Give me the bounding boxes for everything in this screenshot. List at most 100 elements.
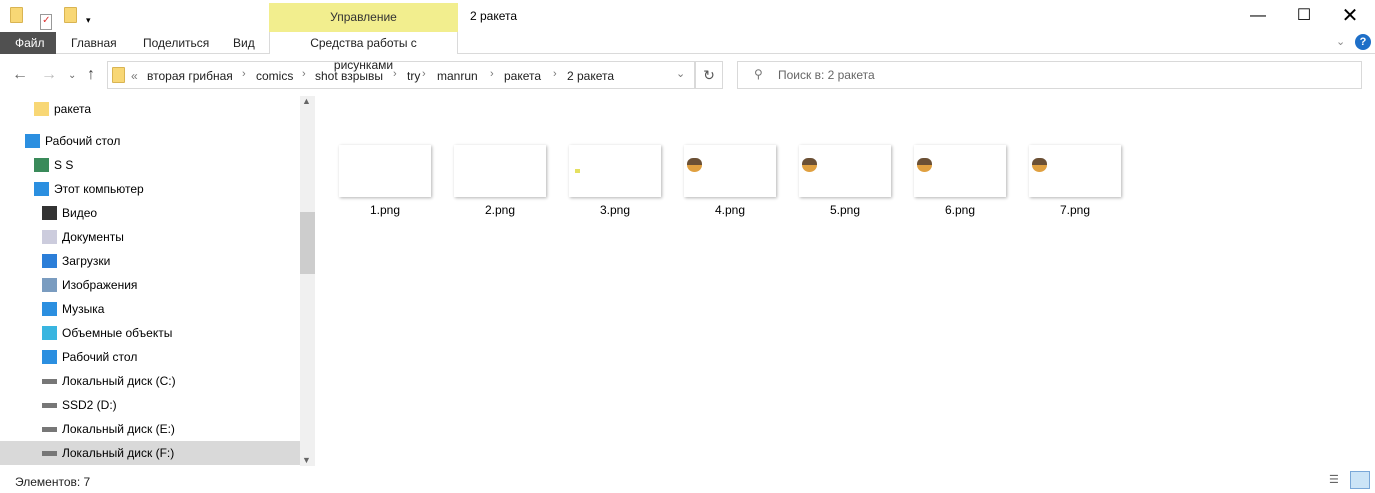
nav-item[interactable]: Объемные объекты [0, 321, 300, 345]
folder-icon[interactable] [10, 7, 23, 23]
expand-ribbon-icon[interactable]: ⌄ [1336, 35, 1345, 48]
file-name[interactable]: 2.png [454, 203, 546, 217]
crumb[interactable]: try [407, 69, 420, 83]
up-button[interactable]: ↑ [87, 66, 95, 84]
crumb[interactable]: ракета [504, 69, 541, 83]
image-preview [687, 158, 702, 172]
nav-item[interactable]: Этот компьютер [0, 177, 300, 201]
file-name[interactable]: 4.png [684, 203, 776, 217]
chevron-right-icon[interactable]: › [302, 68, 306, 80]
tab-picture-tools[interactable]: Средства работы с рисунками [269, 32, 458, 72]
folder-icon [112, 67, 125, 83]
refresh-button[interactable]: ↻ [695, 61, 723, 89]
chevron-right-icon[interactable]: › [242, 68, 246, 80]
desktop-icon [42, 350, 57, 364]
nav-item[interactable]: Рабочий стол [0, 345, 300, 369]
video-icon [42, 206, 57, 220]
nav-item[interactable]: Рабочий стол [0, 129, 300, 153]
customize-dropdown-icon[interactable]: ▾ [86, 15, 91, 25]
nav-item[interactable]: Музыка [0, 297, 300, 321]
scroll-up-icon[interactable]: ▲ [302, 96, 311, 106]
file-thumbnail[interactable] [569, 145, 661, 197]
chevron-right-icon[interactable]: › [553, 68, 557, 80]
file-thumbnail[interactable] [1029, 145, 1121, 197]
forward-button[interactable]: → [41, 66, 57, 84]
search-input[interactable]: ⚲ Поиск в: 2 ракета [737, 61, 1362, 89]
chevron-right-icon[interactable]: › [422, 68, 426, 80]
nav-item-label: Музыка [62, 302, 105, 316]
nav-item[interactable]: Видео [0, 201, 300, 225]
crumb[interactable]: 2 ракета [567, 69, 614, 83]
nav-item-label: Этот компьютер [54, 182, 144, 196]
address-bar[interactable]: « вторая грибная › comics › shot взрывы … [107, 61, 695, 89]
file-name[interactable]: 5.png [799, 203, 891, 217]
nav-scrollbar[interactable] [300, 96, 315, 466]
file-name[interactable]: 6.png [914, 203, 1006, 217]
tab-view[interactable]: Вид [221, 32, 267, 54]
large-icons-view-button[interactable] [1350, 471, 1370, 489]
nav-item-label: Объемные объекты [62, 326, 173, 340]
nav-item[interactable]: ракета [0, 97, 300, 121]
3d-objects-icon [42, 326, 57, 340]
maximize-button[interactable]: ☐ [1281, 0, 1327, 32]
nav-item[interactable]: Локальный диск (E:) [0, 417, 300, 441]
nav-item-label: Локальный диск (F:) [62, 446, 175, 460]
crumb[interactable]: comics [256, 69, 293, 83]
nav-item[interactable]: Изображения [0, 273, 300, 297]
chevron-right-icon[interactable]: › [490, 68, 494, 80]
crumb[interactable]: вторая грибная [147, 69, 233, 83]
context-tab-manage[interactable]: Управление [269, 3, 458, 32]
scroll-down-icon[interactable]: ▼ [302, 455, 311, 465]
nav-item-label: Документы [62, 230, 124, 244]
nav-item[interactable]: Локальный диск (C:) [0, 369, 300, 393]
documents-icon [42, 230, 57, 244]
address-dropdown-icon[interactable]: ⌄ [676, 67, 685, 80]
new-folder-icon[interactable] [63, 7, 77, 23]
properties-icon[interactable]: ✓ [40, 14, 53, 30]
overflow-crumbs[interactable]: « [131, 69, 138, 83]
file-thumbnail[interactable] [914, 145, 1006, 197]
file-thumbnail[interactable] [339, 145, 431, 197]
file-name[interactable]: 7.png [1029, 203, 1121, 217]
pictures-icon [42, 278, 57, 292]
music-icon [42, 302, 57, 316]
quick-access-toolbar: ✓ ▾ [10, 7, 91, 30]
image-preview [575, 169, 580, 173]
file-thumbnail[interactable] [684, 145, 776, 197]
nav-item[interactable]: SSD2 (D:) [0, 393, 300, 417]
crumb[interactable]: manrun [437, 69, 478, 83]
help-icon[interactable]: ? [1355, 34, 1371, 50]
file-thumbnail[interactable] [454, 145, 546, 197]
file-name[interactable]: 3.png [569, 203, 661, 217]
nav-item-label: Локальный диск (C:) [62, 374, 176, 388]
drive-icon [42, 451, 57, 456]
nav-scrollbar-thumb[interactable] [300, 212, 315, 274]
nav-item-label: SSD2 (D:) [62, 398, 117, 412]
crumb[interactable]: shot взрывы [315, 69, 383, 83]
folder-icon [34, 102, 49, 116]
tab-share[interactable]: Поделиться [131, 32, 221, 54]
nav-item-label: Локальный диск (E:) [62, 422, 175, 436]
computer-icon [34, 182, 49, 196]
downloads-icon [42, 254, 57, 268]
image-preview [917, 158, 932, 172]
drive-icon [42, 403, 57, 408]
file-thumbnail[interactable] [799, 145, 891, 197]
nav-item-label: Рабочий стол [45, 134, 121, 148]
nav-item-label: Загрузки [62, 254, 111, 268]
file-name[interactable]: 1.png [339, 203, 431, 217]
nav-item-label: Изображения [62, 278, 138, 292]
nav-item-label: Рабочий стол [62, 350, 138, 364]
chevron-right-icon[interactable]: › [393, 68, 397, 80]
back-button[interactable]: ← [12, 66, 28, 84]
recent-locations-icon[interactable]: ⌄ [68, 70, 76, 81]
tab-file[interactable]: Файл [0, 32, 56, 54]
close-button[interactable]: ✕ [1327, 0, 1373, 32]
details-view-button[interactable]: ☰ [1329, 473, 1345, 487]
nav-item[interactable]: Загрузки [0, 249, 300, 273]
nav-item[interactable]: Локальный диск (F:) [0, 441, 300, 465]
tab-home[interactable]: Главная [59, 32, 129, 54]
minimize-button[interactable]: — [1235, 0, 1281, 32]
nav-item[interactable]: Документы [0, 225, 300, 249]
nav-item[interactable]: S S [0, 153, 300, 177]
